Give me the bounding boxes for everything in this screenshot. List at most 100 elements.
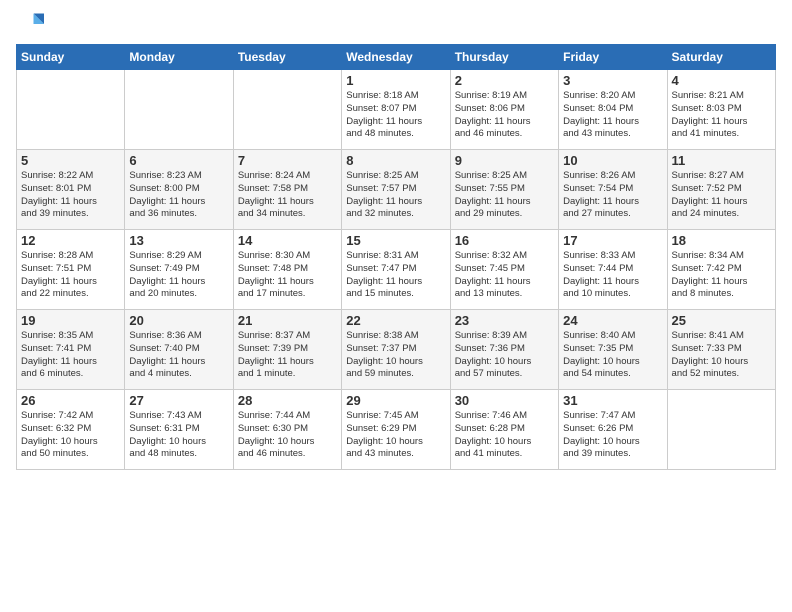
- day-info: Sunrise: 8:28 AM Sunset: 7:51 PM Dayligh…: [21, 250, 120, 301]
- calendar-header-cell: Thursday: [450, 45, 558, 70]
- calendar-header-row: SundayMondayTuesdayWednesdayThursdayFrid…: [17, 45, 776, 70]
- day-number: 26: [21, 393, 120, 408]
- calendar-cell: 30 Sunrise: 7:46 AM Sunset: 6:28 PM Dayli…: [450, 390, 558, 470]
- day-info: Sunrise: 8:30 AM Sunset: 7:48 PM Dayligh…: [238, 250, 337, 301]
- day-number: 29: [346, 393, 445, 408]
- day-number: 1: [346, 73, 445, 88]
- day-number: 8: [346, 153, 445, 168]
- day-number: 22: [346, 313, 445, 328]
- logo: [16, 10, 48, 38]
- day-number: 15: [346, 233, 445, 248]
- day-info: Sunrise: 8:29 AM Sunset: 7:49 PM Dayligh…: [129, 250, 228, 301]
- day-info: Sunrise: 7:47 AM Sunset: 6:26 PM Dayligh…: [563, 410, 662, 461]
- calendar-cell: 20Sunrise: 8:36 AM Sunset: 7:40 PM Dayli…: [125, 310, 233, 390]
- day-info: Sunrise: 8:39 AM Sunset: 7:36 PM Dayligh…: [455, 330, 554, 381]
- day-number: 18: [672, 233, 771, 248]
- day-number: 19: [21, 313, 120, 328]
- day-number: 21: [238, 313, 337, 328]
- calendar-cell: 27Sunrise: 7:43 AM Sunset: 6:31 PM Dayli…: [125, 390, 233, 470]
- calendar-cell: 3Sunrise: 8:20 AM Sunset: 8:04 PM Daylig…: [559, 70, 667, 150]
- page: SundayMondayTuesdayWednesdayThursdayFrid…: [0, 0, 792, 612]
- calendar-cell: 26 Sunrise: 7:42 AM Sunset: 6:32 PM Dayli…: [17, 390, 125, 470]
- day-info: Sunrise: 8:34 AM Sunset: 7:42 PM Dayligh…: [672, 250, 771, 301]
- day-info: Sunrise: 8:37 AM Sunset: 7:39 PM Dayligh…: [238, 330, 337, 381]
- calendar-header-cell: Wednesday: [342, 45, 450, 70]
- day-number: 14: [238, 233, 337, 248]
- calendar-cell: 21 Sunrise: 8:37 AM Sunset: 7:39 PM Dayli…: [233, 310, 341, 390]
- day-number: 9: [455, 153, 554, 168]
- calendar-cell: [233, 70, 341, 150]
- day-info: Sunrise: 8:24 AM Sunset: 7:58 PM Dayligh…: [238, 170, 337, 221]
- calendar-cell: 2 Sunrise: 8:19 AM Sunset: 8:06 PM Daylig…: [450, 70, 558, 150]
- calendar-week-row: 5 Sunrise: 8:22 AM Sunset: 8:01 PM Daylig…: [17, 150, 776, 230]
- calendar-cell: 14 Sunrise: 8:30 AM Sunset: 7:48 PM Dayli…: [233, 230, 341, 310]
- day-number: 17: [563, 233, 662, 248]
- calendar-cell: 28 Sunrise: 7:44 AM Sunset: 6:30 PM Dayli…: [233, 390, 341, 470]
- calendar: SundayMondayTuesdayWednesdayThursdayFrid…: [16, 44, 776, 470]
- day-number: 23: [455, 313, 554, 328]
- calendar-cell: 8Sunrise: 8:25 AM Sunset: 7:57 PM Daylig…: [342, 150, 450, 230]
- calendar-header-cell: Saturday: [667, 45, 775, 70]
- calendar-cell: 18 Sunrise: 8:34 AM Sunset: 7:42 PM Dayli…: [667, 230, 775, 310]
- calendar-cell: 6Sunrise: 8:23 AM Sunset: 8:00 PM Daylig…: [125, 150, 233, 230]
- day-number: 2: [455, 73, 554, 88]
- day-info: Sunrise: 8:26 AM Sunset: 7:54 PM Dayligh…: [563, 170, 662, 221]
- day-info: Sunrise: 8:32 AM Sunset: 7:45 PM Dayligh…: [455, 250, 554, 301]
- day-info: Sunrise: 8:41 AM Sunset: 7:33 PM Dayligh…: [672, 330, 771, 381]
- calendar-header-cell: Tuesday: [233, 45, 341, 70]
- day-info: Sunrise: 8:35 AM Sunset: 7:41 PM Dayligh…: [21, 330, 120, 381]
- calendar-cell: 23 Sunrise: 8:39 AM Sunset: 7:36 PM Dayli…: [450, 310, 558, 390]
- day-number: 24: [563, 313, 662, 328]
- calendar-cell: 31 Sunrise: 7:47 AM Sunset: 6:26 PM Dayli…: [559, 390, 667, 470]
- day-info: Sunrise: 8:21 AM Sunset: 8:03 PM Dayligh…: [672, 90, 771, 141]
- day-info: Sunrise: 7:45 AM Sunset: 6:29 PM Dayligh…: [346, 410, 445, 461]
- day-info: Sunrise: 8:25 AM Sunset: 7:55 PM Dayligh…: [455, 170, 554, 221]
- calendar-cell: 19 Sunrise: 8:35 AM Sunset: 7:41 PM Dayli…: [17, 310, 125, 390]
- day-number: 4: [672, 73, 771, 88]
- day-number: 16: [455, 233, 554, 248]
- day-info: Sunrise: 8:36 AM Sunset: 7:40 PM Dayligh…: [129, 330, 228, 381]
- day-info: Sunrise: 8:31 AM Sunset: 7:47 PM Dayligh…: [346, 250, 445, 301]
- calendar-cell: 11 Sunrise: 8:27 AM Sunset: 7:52 PM Dayli…: [667, 150, 775, 230]
- day-info: Sunrise: 7:42 AM Sunset: 6:32 PM Dayligh…: [21, 410, 120, 461]
- calendar-header-cell: Friday: [559, 45, 667, 70]
- calendar-cell: [667, 390, 775, 470]
- day-number: 11: [672, 153, 771, 168]
- day-number: 13: [129, 233, 228, 248]
- day-number: 7: [238, 153, 337, 168]
- calendar-cell: [17, 70, 125, 150]
- day-info: Sunrise: 7:44 AM Sunset: 6:30 PM Dayligh…: [238, 410, 337, 461]
- day-info: Sunrise: 8:22 AM Sunset: 8:01 PM Dayligh…: [21, 170, 120, 221]
- day-info: Sunrise: 8:33 AM Sunset: 7:44 PM Dayligh…: [563, 250, 662, 301]
- day-info: Sunrise: 8:19 AM Sunset: 8:06 PM Dayligh…: [455, 90, 554, 141]
- day-info: Sunrise: 7:46 AM Sunset: 6:28 PM Dayligh…: [455, 410, 554, 461]
- day-info: Sunrise: 8:18 AM Sunset: 8:07 PM Dayligh…: [346, 90, 445, 141]
- day-number: 28: [238, 393, 337, 408]
- day-info: Sunrise: 8:40 AM Sunset: 7:35 PM Dayligh…: [563, 330, 662, 381]
- calendar-week-row: 1 Sunrise: 8:18 AM Sunset: 8:07 PM Daylig…: [17, 70, 776, 150]
- day-info: Sunrise: 8:27 AM Sunset: 7:52 PM Dayligh…: [672, 170, 771, 221]
- day-number: 30: [455, 393, 554, 408]
- calendar-cell: 4 Sunrise: 8:21 AM Sunset: 8:03 PM Daylig…: [667, 70, 775, 150]
- calendar-cell: 16 Sunrise: 8:32 AM Sunset: 7:45 PM Dayli…: [450, 230, 558, 310]
- calendar-week-row: 19 Sunrise: 8:35 AM Sunset: 7:41 PM Dayli…: [17, 310, 776, 390]
- calendar-cell: 22Sunrise: 8:38 AM Sunset: 7:37 PM Dayli…: [342, 310, 450, 390]
- calendar-week-row: 12Sunrise: 8:28 AM Sunset: 7:51 PM Dayli…: [17, 230, 776, 310]
- calendar-cell: 7 Sunrise: 8:24 AM Sunset: 7:58 PM Daylig…: [233, 150, 341, 230]
- calendar-cell: 15 Sunrise: 8:31 AM Sunset: 7:47 PM Dayli…: [342, 230, 450, 310]
- day-info: Sunrise: 8:20 AM Sunset: 8:04 PM Dayligh…: [563, 90, 662, 141]
- day-number: 6: [129, 153, 228, 168]
- calendar-cell: 9 Sunrise: 8:25 AM Sunset: 7:55 PM Daylig…: [450, 150, 558, 230]
- day-info: Sunrise: 7:43 AM Sunset: 6:31 PM Dayligh…: [129, 410, 228, 461]
- calendar-cell: 17 Sunrise: 8:33 AM Sunset: 7:44 PM Dayli…: [559, 230, 667, 310]
- calendar-cell: 29 Sunrise: 7:45 AM Sunset: 6:29 PM Dayli…: [342, 390, 450, 470]
- header: [16, 10, 776, 38]
- day-number: 31: [563, 393, 662, 408]
- day-number: 5: [21, 153, 120, 168]
- calendar-body: 1 Sunrise: 8:18 AM Sunset: 8:07 PM Daylig…: [17, 70, 776, 470]
- day-number: 25: [672, 313, 771, 328]
- calendar-header-cell: Monday: [125, 45, 233, 70]
- calendar-cell: 10 Sunrise: 8:26 AM Sunset: 7:54 PM Dayli…: [559, 150, 667, 230]
- day-number: 10: [563, 153, 662, 168]
- calendar-cell: [125, 70, 233, 150]
